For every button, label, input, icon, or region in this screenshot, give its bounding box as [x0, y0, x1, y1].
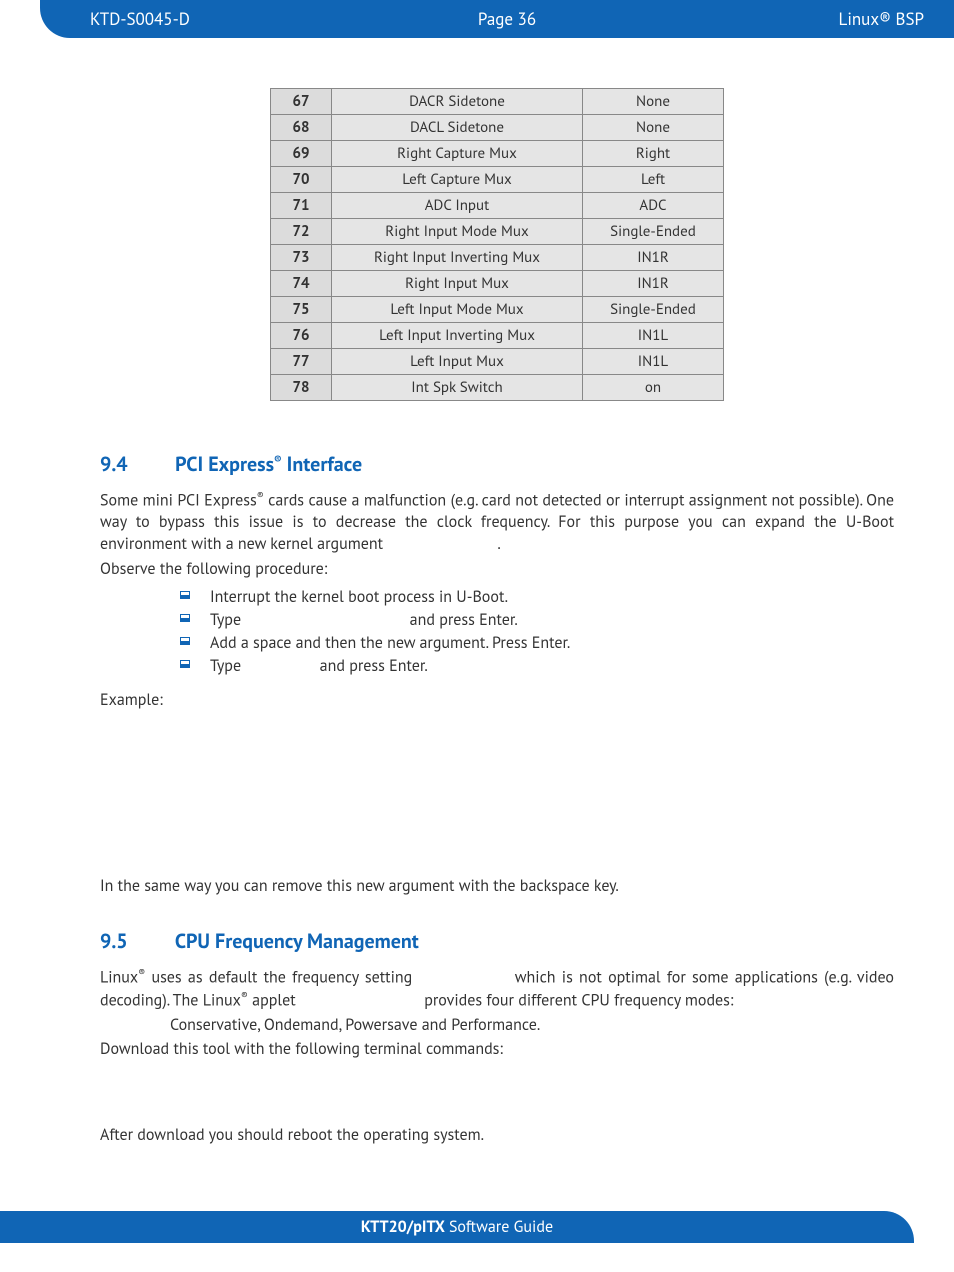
sec94-paragraph-2: Observe the following procedure: — [100, 559, 894, 581]
row-name: Int Spk Switch — [332, 375, 583, 401]
cpu-modes-list: Conservative, Ondemand, Powersave and Pe… — [100, 1015, 894, 1035]
page-number: Page 36 — [368, 8, 646, 30]
row-number: 70 — [271, 167, 332, 193]
row-name: Right Capture Mux — [332, 141, 583, 167]
section-title: CPU Frequency Management — [175, 928, 419, 954]
row-name: ADC Input — [332, 193, 583, 219]
table-row: 73Right Input Inverting MuxIN1R — [271, 245, 724, 271]
row-value: Left — [583, 167, 724, 193]
table-row: 72Right Input Mode MuxSingle-Ended — [271, 219, 724, 245]
footer-bold: KTT20/pITX — [361, 1217, 445, 1237]
row-value: IN1L — [583, 323, 724, 349]
register-table: 67DACR SidetoneNone68DACL SidetoneNone69… — [270, 88, 724, 401]
sec95-paragraph-3: After download you should reboot the ope… — [100, 1125, 894, 1147]
section-9-4-heading: 9.4 PCI Express® Interface — [100, 451, 894, 477]
row-value: on — [583, 375, 724, 401]
list-item: Add a space and then the new argument. P… — [180, 632, 894, 655]
row-number: 76 — [271, 323, 332, 349]
row-value: ADC — [583, 193, 724, 219]
row-name: Left Input Mux — [332, 349, 583, 375]
row-value: IN1R — [583, 271, 724, 297]
row-number: 78 — [271, 375, 332, 401]
page-footer: KTT20/pITX Software Guide — [0, 1211, 914, 1243]
row-number: 77 — [271, 349, 332, 375]
list-item: Type and press Enter. — [180, 655, 894, 678]
row-name: Right Input Inverting Mux — [332, 245, 583, 271]
row-number: 67 — [271, 89, 332, 115]
table-row: 70Left Capture MuxLeft — [271, 167, 724, 193]
row-number: 74 — [271, 271, 332, 297]
doc-id: KTD-S0045-D — [90, 8, 368, 30]
table-row: 68DACL SidetoneNone — [271, 115, 724, 141]
row-value: Single-Ended — [583, 297, 724, 323]
row-number: 72 — [271, 219, 332, 245]
table-row: 78Int Spk Switchon — [271, 375, 724, 401]
sec95-paragraph-1: Linux® uses as default the frequency set… — [100, 966, 894, 1012]
sec94-paragraph-1: Some mini PCI Express® cards cause a mal… — [100, 489, 894, 555]
table-row: 75Left Input Mode MuxSingle-Ended — [271, 297, 724, 323]
table-row: 71ADC InputADC — [271, 193, 724, 219]
row-number: 68 — [271, 115, 332, 141]
row-value: IN1R — [583, 245, 724, 271]
sec94-paragraph-3: In the same way you can remove this new … — [100, 876, 894, 898]
row-value: Single-Ended — [583, 219, 724, 245]
list-item: Interrupt the kernel boot process in U-B… — [180, 586, 894, 609]
section-9-5-heading: 9.5 CPU Frequency Management — [100, 928, 894, 954]
row-number: 69 — [271, 141, 332, 167]
row-value: IN1L — [583, 349, 724, 375]
row-value: None — [583, 115, 724, 141]
list-item: Type and press Enter. — [180, 609, 894, 632]
procedure-list: Interrupt the kernel boot process in U-B… — [100, 586, 894, 679]
example-label: Example: — [100, 690, 894, 712]
table-row: 76Left Input Inverting MuxIN1L — [271, 323, 724, 349]
page-header: KTD-S0045-D Page 36 Linux® BSP — [40, 0, 954, 38]
row-number: 73 — [271, 245, 332, 271]
footer-text: Software Guide — [449, 1217, 553, 1237]
sec95-paragraph-2: Download this tool with the following te… — [100, 1039, 894, 1061]
table-row: 74Right Input MuxIN1R — [271, 271, 724, 297]
example-placeholder — [100, 716, 894, 876]
section-number: 9.5 — [100, 928, 170, 954]
row-name: Left Input Mode Mux — [332, 297, 583, 323]
command-placeholder — [100, 1065, 894, 1125]
row-name: Right Input Mux — [332, 271, 583, 297]
section-title-part-b: Interface — [282, 451, 363, 477]
row-value: None — [583, 89, 724, 115]
table-row: 67DACR SidetoneNone — [271, 89, 724, 115]
doc-category: Linux® BSP — [646, 8, 924, 30]
row-name: DACL Sidetone — [332, 115, 583, 141]
section-number: 9.4 — [100, 451, 170, 477]
row-number: 75 — [271, 297, 332, 323]
row-number: 71 — [271, 193, 332, 219]
page-content: 67DACR SidetoneNone68DACL SidetoneNone69… — [0, 38, 954, 1181]
row-name: Left Input Inverting Mux — [332, 323, 583, 349]
section-title-part-a: PCI Express — [175, 451, 274, 477]
table-row: 69Right Capture MuxRight — [271, 141, 724, 167]
row-name: DACR Sidetone — [332, 89, 583, 115]
row-value: Right — [583, 141, 724, 167]
table-row: 77Left Input MuxIN1L — [271, 349, 724, 375]
row-name: Right Input Mode Mux — [332, 219, 583, 245]
row-name: Left Capture Mux — [332, 167, 583, 193]
